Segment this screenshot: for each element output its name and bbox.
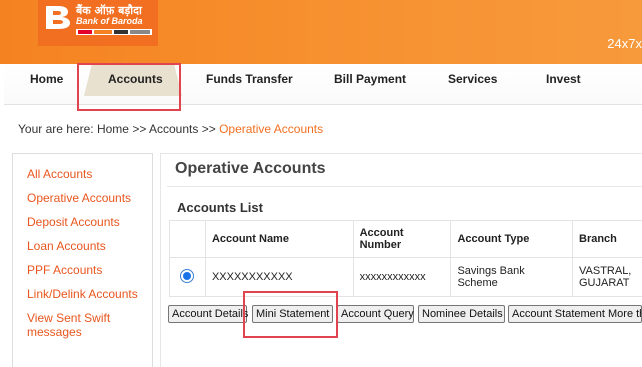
nav-invest[interactable]: Invest [546,72,581,86]
page-title: Operative Accounts [175,160,326,178]
table-row[interactable]: XXXXXXXXXXX xxxxxxxxxxxx Savings Bank Sc… [170,258,642,297]
sidebar-item-view-swift-messages[interactable]: View Sent Swift messages [27,311,142,339]
cell-account-number: xxxxxxxxxxxx [353,258,451,297]
bank-logo-icon [44,4,72,30]
sidebar-item-link-delink-accounts[interactable]: Link/Delink Accounts [27,287,138,301]
breadcrumb-accounts[interactable]: Accounts [149,122,198,136]
sidebar-item-all-accounts[interactable]: All Accounts [27,167,92,181]
header-tagline: 24x7x [607,36,642,51]
nav-services[interactable]: Services [448,72,497,86]
row-select-cell[interactable] [170,258,206,297]
accounts-table: Account Name Account Number Account Type… [169,220,642,297]
column-header-account-name: Account Name [205,221,353,258]
accounts-highlight-box [77,63,181,111]
account-details-button[interactable]: Account Details [168,305,247,323]
nav-funds-transfer[interactable]: Funds Transfer [206,72,293,86]
breadcrumb-current: Operative Accounts [219,122,323,136]
mini-statement-highlight-box [243,291,338,338]
account-radio-button[interactable] [180,269,194,283]
sidebar-item-operative-accounts[interactable]: Operative Accounts [27,191,131,205]
breadcrumb: Your are here: Home >> Accounts >> Opera… [18,122,323,136]
column-header-account-number: Account Number [353,221,451,258]
cell-branch: VASTRAL, GUJARAT [573,258,642,297]
sidebar-item-ppf-accounts[interactable]: PPF Accounts [27,263,102,277]
cell-account-type: Savings Bank Scheme [451,258,573,297]
nominee-details-button[interactable]: Nominee Details [418,305,505,323]
account-query-button[interactable]: Account Query [337,305,414,323]
main-panel: Operative Accounts Accounts List Account… [160,153,642,367]
account-statement-button[interactable]: Account Statement More th [508,305,642,323]
column-header-branch: Branch [573,221,642,258]
column-header-select [170,221,206,258]
logo-stripe [76,29,152,35]
title-divider [167,186,642,187]
header-banner: बैंक ऑफ़ बड़ौदा Bank of Baroda 24x7x [0,0,642,64]
breadcrumb-prefix: Your are here: [18,122,94,136]
sidebar-item-deposit-accounts[interactable]: Deposit Accounts [27,215,120,229]
table-header-row: Account Name Account Number Account Type… [170,221,642,258]
breadcrumb-separator: >> [202,122,216,136]
column-header-account-type: Account Type [451,221,573,258]
breadcrumb-separator: >> [132,122,146,136]
breadcrumb-home[interactable]: Home [97,122,129,136]
sidebar: All Accounts Operative Accounts Deposit … [12,153,153,367]
bank-name: Bank of Baroda [76,16,143,26]
sidebar-item-loan-accounts[interactable]: Loan Accounts [27,239,106,253]
nav-home[interactable]: Home [30,72,63,86]
nav-bill-payment[interactable]: Bill Payment [334,72,406,86]
bank-logo[interactable]: बैंक ऑफ़ बड़ौदा Bank of Baroda [38,0,158,46]
accounts-list-title: Accounts List [177,200,263,215]
